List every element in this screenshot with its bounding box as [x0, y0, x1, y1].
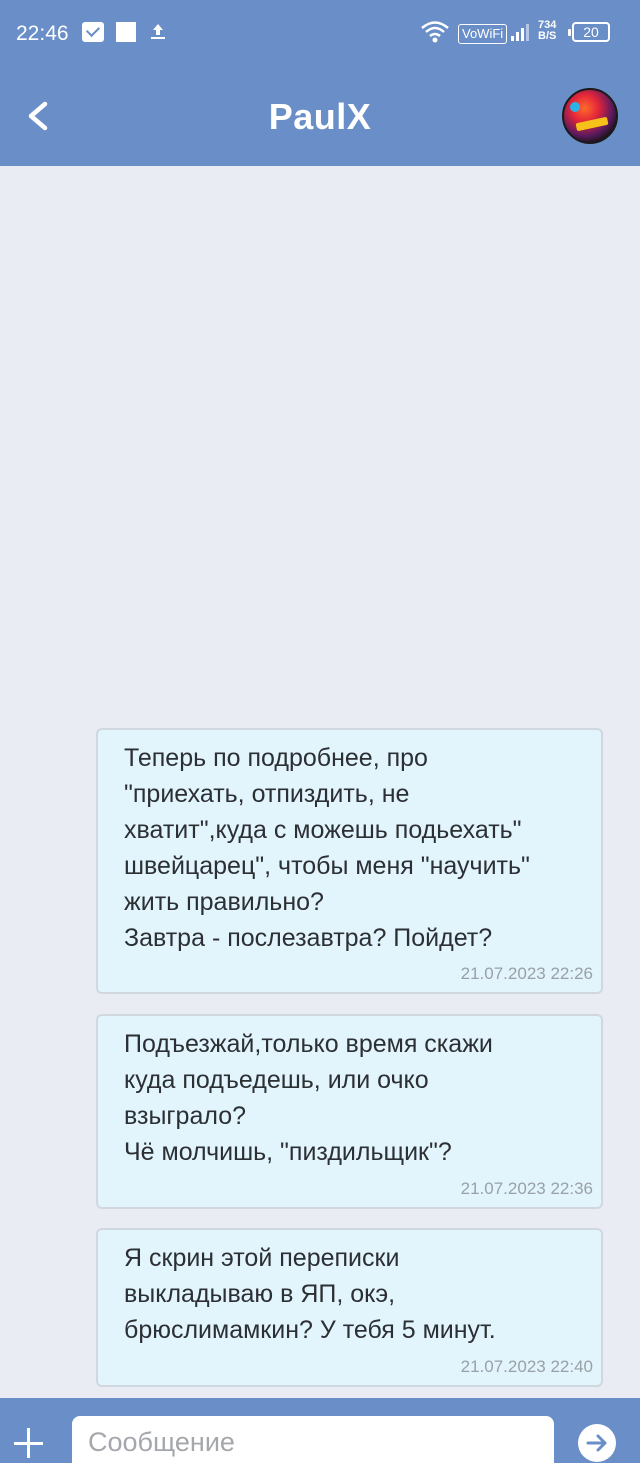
avatar[interactable] [562, 88, 618, 144]
chat-header: PaulX [0, 66, 640, 166]
network-speed-unit: B/S [538, 30, 557, 42]
status-bar: 22:46 VoWiFi 734 B/S 20 [0, 0, 640, 66]
battery-indicator: 20 [568, 22, 610, 42]
top-bar: 22:46 VoWiFi 734 B/S 20 PaulX [0, 0, 640, 166]
arrow-right-icon [586, 1434, 607, 1452]
message-list[interactable]: Теперь по подробнее, про "приехать, отпи… [0, 166, 640, 1398]
message-bubble: Теперь по подробнее, про "приехать, отпи… [96, 728, 603, 994]
message-timestamp: 21.07.2023 22:36 [460, 1179, 593, 1198]
message-text: Подъезжай,только время скажи куда подъед… [124, 1030, 493, 1166]
send-button[interactable] [578, 1424, 616, 1462]
signal-icon [511, 24, 529, 41]
message-bubble: Я скрин этой переписки выкладываю в ЯП, … [96, 1228, 603, 1387]
composer-bar [0, 1398, 640, 1463]
message-text: Теперь по подробнее, про "приехать, отпи… [124, 744, 530, 952]
wifi-icon [421, 21, 449, 43]
message-bubble: Подъезжай,только время скажи куда подъед… [96, 1014, 603, 1209]
message-input[interactable] [72, 1416, 554, 1463]
notification-square-icon [116, 22, 136, 42]
network-speed: 734 B/S [538, 20, 556, 42]
chat-title: PaulX [268, 96, 372, 137]
chat-screen: 22:46 VoWiFi 734 B/S 20 PaulX Теперь по … [0, 0, 640, 1463]
message-text: Я скрин этой переписки выкладываю в ЯП, … [124, 1244, 496, 1344]
message-timestamp: 21.07.2023 22:26 [460, 964, 593, 983]
status-time: 22:46 [16, 22, 69, 45]
message-timestamp: 21.07.2023 22:40 [460, 1357, 593, 1376]
mail-notification-icon [82, 22, 104, 42]
vowifi-badge: VoWiFi [458, 24, 508, 44]
upload-icon [151, 24, 165, 39]
plus-icon[interactable] [12, 1428, 44, 1460]
